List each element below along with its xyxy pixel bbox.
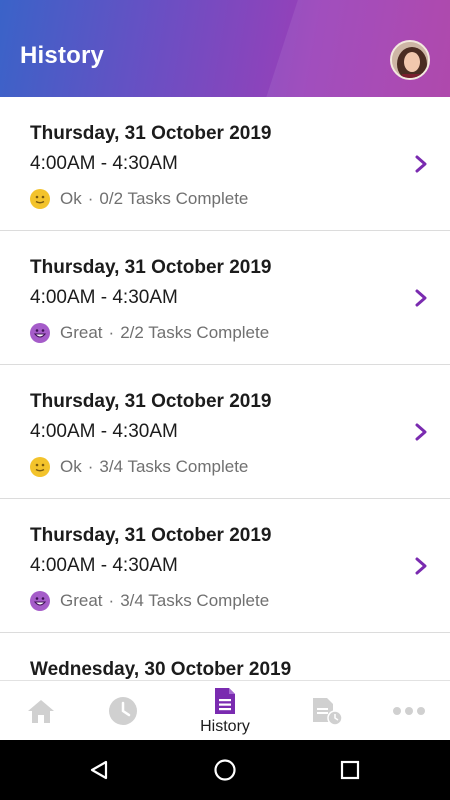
history-time: 4:00AM - 4:30AM (30, 421, 178, 442)
history-summary: Ok · 0/2 Tasks Complete (30, 189, 248, 209)
ok-mood-icon (30, 189, 50, 209)
nav-home[interactable] (1, 681, 81, 741)
history-row[interactable]: Thursday, 31 October 2019 4:00AM - 4:30A… (0, 97, 450, 231)
tasks-complete: 3/4 Tasks Complete (120, 591, 270, 610)
history-row[interactable]: Thursday, 31 October 2019 4:00AM - 4:30A… (0, 499, 450, 633)
history-date: Thursday, 31 October 2019 (30, 257, 272, 278)
summary-separator: · (87, 457, 94, 476)
history-time: 4:00AM - 4:30AM (30, 287, 178, 308)
great-mood-icon (30, 323, 50, 343)
tasks-complete: 3/4 Tasks Complete (99, 457, 249, 476)
nav-history[interactable]: History (185, 681, 265, 741)
summary-separator: · (108, 323, 115, 342)
history-list[interactable]: Thursday, 31 October 2019 4:00AM - 4:30A… (0, 97, 450, 680)
home-icon (28, 700, 54, 723)
history-date: Thursday, 31 October 2019 (30, 391, 272, 412)
clock-icon (109, 697, 137, 725)
report-clock-icon (313, 698, 343, 726)
chevron-right-icon[interactable] (412, 153, 430, 175)
recents-icon[interactable] (340, 760, 360, 780)
history-row[interactable]: Thursday, 31 October 2019 4:00AM - 4:30A… (0, 365, 450, 499)
mood-label: Great (60, 323, 103, 342)
history-date: Thursday, 31 October 2019 (30, 123, 272, 144)
history-summary: Great · 3/4 Tasks Complete (30, 591, 269, 611)
history-summary: Great · 2/2 Tasks Complete (30, 323, 269, 343)
app-header: History (0, 0, 450, 97)
chevron-right-icon[interactable] (412, 421, 430, 443)
avatar[interactable] (390, 40, 430, 80)
nav-clock[interactable] (83, 681, 163, 741)
back-icon[interactable] (88, 759, 110, 781)
more-icon (393, 707, 425, 715)
nav-more[interactable] (369, 681, 449, 741)
home-circle-icon[interactable] (213, 758, 237, 782)
ok-mood-icon (30, 457, 50, 477)
history-row[interactable]: Thursday, 31 October 2019 4:00AM - 4:30A… (0, 231, 450, 365)
tasks-complete: 2/2 Tasks Complete (120, 323, 270, 342)
mood-label: Ok (60, 189, 82, 208)
summary-separator: · (87, 189, 94, 208)
mood-label: Great (60, 591, 103, 610)
summary-separator: · (108, 591, 115, 610)
tasks-complete: 0/2 Tasks Complete (99, 189, 249, 208)
chevron-right-icon[interactable] (412, 287, 430, 309)
great-mood-icon (30, 591, 50, 611)
history-row[interactable]: Wednesday, 30 October 2019 (0, 633, 450, 680)
nav-history-label: History (200, 718, 250, 735)
page-title: History (20, 42, 105, 69)
nav-report[interactable] (286, 681, 366, 741)
history-date: Thursday, 31 October 2019 (30, 525, 272, 546)
bottom-nav: History (0, 680, 450, 740)
history-date: Wednesday, 30 October 2019 (30, 659, 292, 680)
history-document-icon (215, 688, 235, 714)
history-time: 4:00AM - 4:30AM (30, 153, 178, 174)
system-navigation-bar (0, 740, 450, 800)
history-summary: Ok · 3/4 Tasks Complete (30, 457, 248, 477)
mood-label: Ok (60, 457, 82, 476)
chevron-right-icon[interactable] (412, 555, 430, 577)
history-time: 4:00AM - 4:30AM (30, 555, 178, 576)
